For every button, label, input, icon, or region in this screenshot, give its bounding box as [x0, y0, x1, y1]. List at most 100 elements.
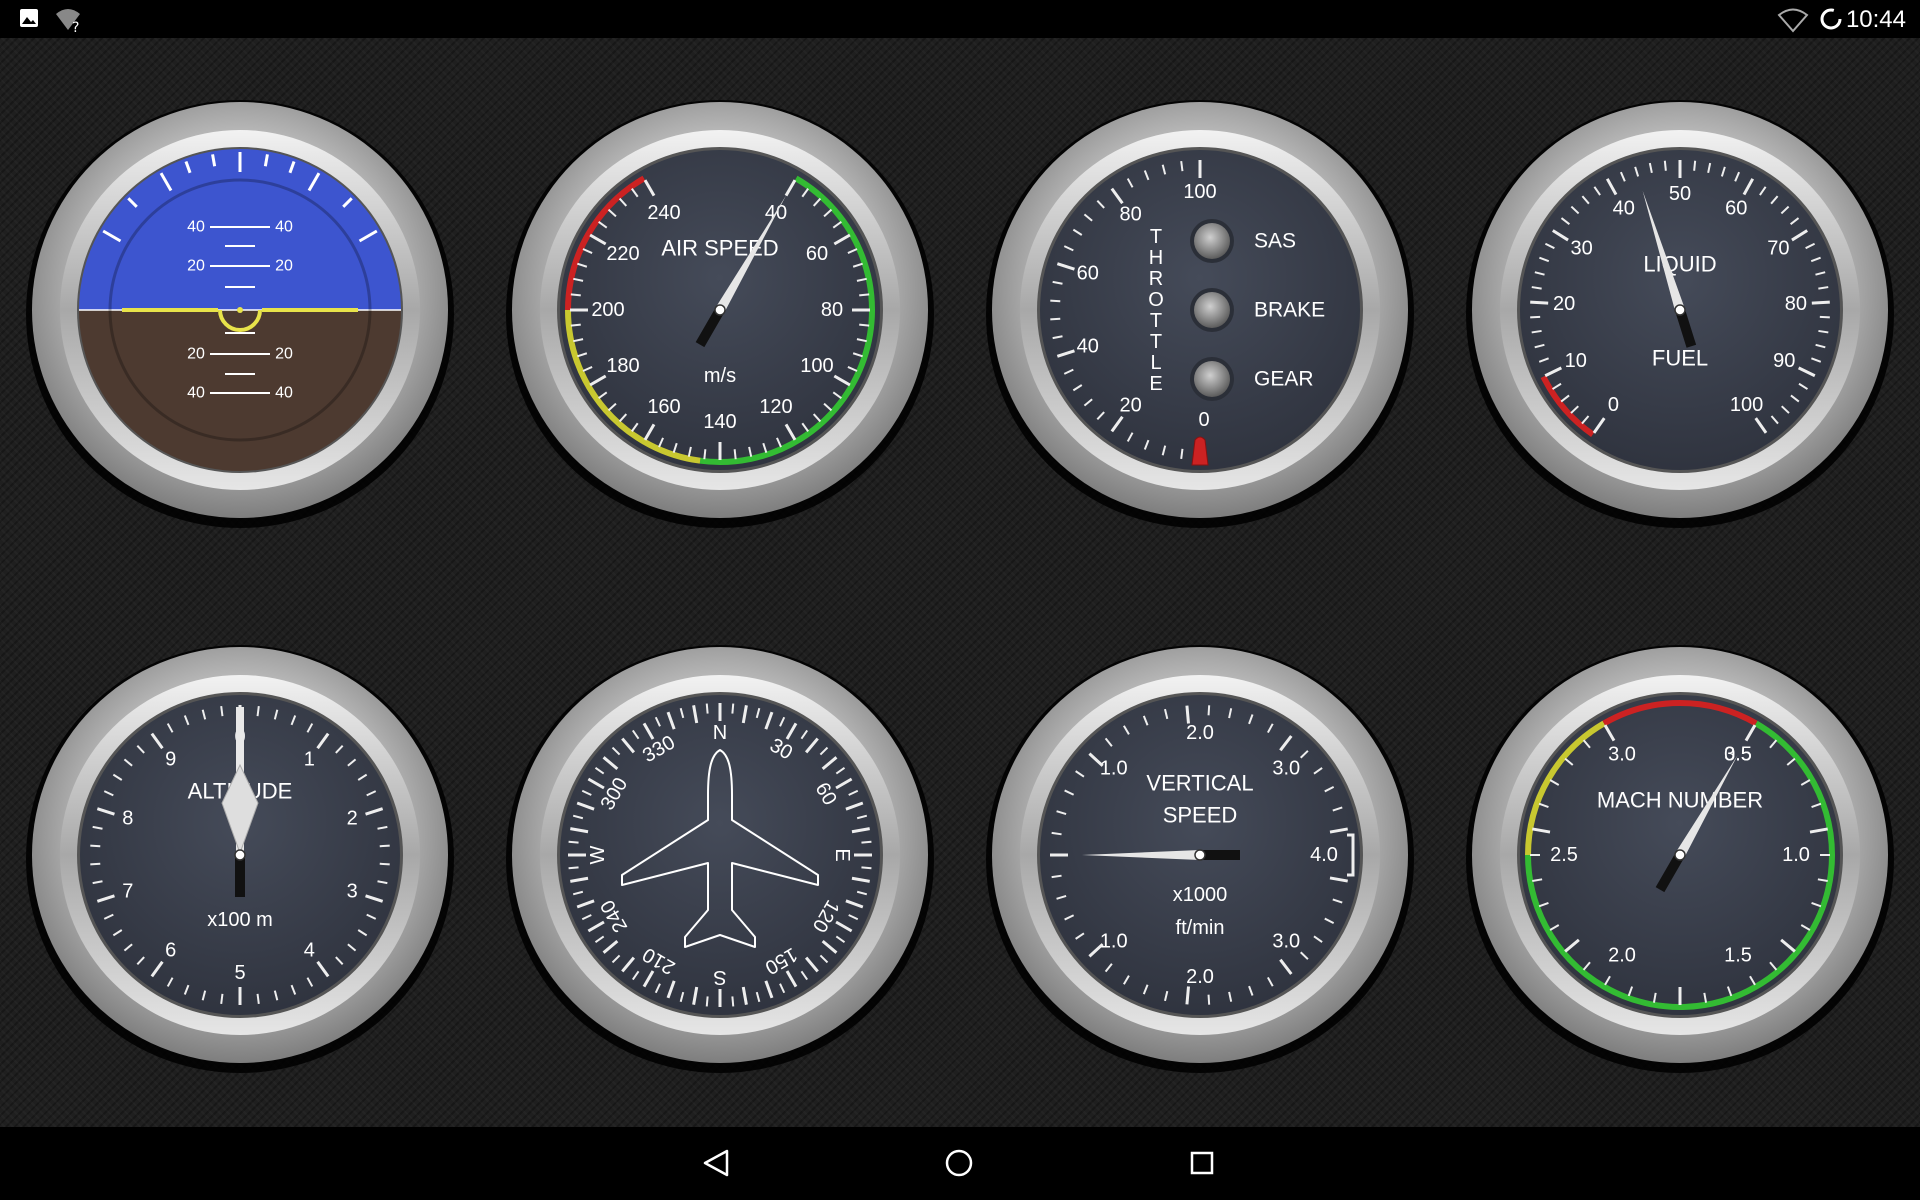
airspeed-gauge: 406080100120140160180200220240AIR SPEEDm…: [506, 100, 934, 528]
fuel-scale-label: 40: [1613, 198, 1635, 220]
minor-tick: [90, 862, 101, 866]
altitude-scale-label: 9: [165, 749, 176, 771]
airspeed-scale-label: 120: [759, 396, 792, 418]
minor-tick: [861, 840, 872, 844]
throttle-title-letter: H: [1149, 247, 1163, 269]
vspeed-unit-top: x1000: [1173, 884, 1228, 906]
pitch-label-right: 40: [275, 385, 293, 402]
throttle-scale-label: 80: [1120, 204, 1142, 226]
minor-tick: [570, 323, 581, 327]
fuel-scale-label: 0: [1608, 394, 1619, 416]
compass-label: W: [587, 845, 609, 864]
airspeed-scale-label: 240: [647, 202, 680, 224]
home-button[interactable]: [919, 1133, 999, 1193]
minor-tick: [220, 706, 224, 717]
minor-tick: [731, 996, 735, 1007]
fuel-scale-label: 10: [1565, 350, 1587, 372]
throttle-scale-label: 40: [1077, 335, 1099, 357]
vspeed-title-bottom: SPEED: [1163, 803, 1238, 828]
minor-tick: [379, 844, 390, 848]
minor-tick: [705, 703, 709, 714]
vspeed-title-top: VERTICAL: [1146, 771, 1253, 796]
mach-scale-label: 3.5: [1724, 744, 1752, 766]
throttle-scale-label: 0: [1198, 409, 1209, 431]
minor-tick: [379, 862, 390, 866]
compass-label: N: [713, 722, 727, 744]
recents-button[interactable]: [1162, 1133, 1242, 1193]
throttle-scale-label: 60: [1077, 263, 1099, 285]
vspeed-scale-label-down: 3.0: [1272, 930, 1300, 952]
airspeed-scale-label: 180: [606, 355, 639, 377]
throttle-pointer[interactable]: [1191, 436, 1209, 466]
throttle-scale-label: 100: [1183, 181, 1216, 203]
fuel-scale-label: 90: [1773, 350, 1795, 372]
altitude-scale-label: 8: [122, 808, 133, 830]
minor-tick: [1207, 994, 1211, 1005]
vspeed-scale-label-up: 3.0: [1272, 758, 1300, 780]
minor-tick: [1180, 161, 1184, 172]
altitude-scale-label: 5: [234, 962, 245, 984]
toggle-button-knob: [1194, 292, 1230, 328]
minor-tick: [731, 703, 735, 714]
altitude-gauge: 0123456789ALTITUDEx100 m: [26, 645, 454, 1073]
minor-tick: [570, 293, 581, 297]
fuel-scale-label: 100: [1730, 394, 1763, 416]
heading-compass-gauge: N3060E120150S210240W300330: [506, 645, 934, 1073]
fuel-scale-label: 50: [1669, 183, 1691, 205]
vspeed-scale-label-down: 2.0: [1186, 966, 1214, 988]
throttle-title-letter: T: [1150, 331, 1162, 353]
needle-hub: [714, 304, 726, 316]
throttle-title-letter: L: [1150, 352, 1161, 374]
needle-hub: [1674, 849, 1686, 861]
minor-tick: [1050, 299, 1061, 303]
fuel-title-top: LIQUID: [1643, 252, 1716, 277]
pitch-label-left: 40: [187, 219, 205, 236]
mach-scale-label: 2.5: [1550, 844, 1578, 866]
fuel-scale-label: 20: [1553, 293, 1575, 315]
navigation-bar: [0, 1127, 1920, 1200]
airspeed-scale-label: 160: [647, 396, 680, 418]
mach-scale-label: 1.0: [1782, 844, 1810, 866]
altitude-scale-label: 3: [347, 880, 358, 902]
throttle-scale-label: 20: [1120, 394, 1142, 416]
vspeed-unit-bottom: ft/min: [1176, 917, 1225, 939]
needle-hub: [1674, 304, 1686, 316]
altitude-scale-label: 7: [122, 880, 133, 902]
throttle-title-letter: E: [1149, 373, 1162, 395]
minor-tick: [568, 866, 579, 870]
fuel-title-bottom: FUEL: [1652, 346, 1708, 371]
airspeed-scale-label: 200: [591, 299, 624, 321]
pitch-label-left: 20: [187, 258, 205, 275]
mach-scale-label: 1.5: [1724, 944, 1752, 966]
minor-tick: [1180, 448, 1184, 459]
throttle-title-letter: R: [1149, 268, 1163, 290]
back-button[interactable]: [676, 1133, 756, 1193]
pitch-label-left: 20: [187, 346, 205, 363]
pitch-label-right: 20: [275, 258, 293, 275]
mach-title: MACH NUMBER: [1597, 788, 1763, 813]
major-tick: [1811, 300, 1830, 305]
altitude-scale-label: 6: [165, 939, 176, 961]
altitude-unit: x100 m: [207, 909, 273, 931]
pitch-label-left: 40: [187, 385, 205, 402]
minor-tick: [256, 993, 260, 1004]
minor-tick: [1207, 705, 1211, 716]
airspeed-scale-label: 60: [806, 243, 828, 265]
attitude-indicator-gauge: 40 40 20 20 20 20 40 40: [26, 100, 454, 528]
minor-tick: [859, 293, 870, 297]
vspeed-scale-label-down: 1.0: [1100, 930, 1128, 952]
major-tick: [1185, 986, 1190, 1005]
vertical-speed-gauge: 1.0 2.0 3.0 1.0 2.0 3.0 4.0 VERTICAL SPEED x1000 f…: [986, 645, 1414, 1073]
throttle-title-letter: T: [1150, 226, 1162, 248]
minor-tick: [733, 449, 737, 460]
throttle-gauge[interactable]: 020406080100THROTTLESASBRAKEGEAR: [986, 100, 1414, 528]
liquid-fuel-gauge: 0 10 20 30 40 50 60 70 80 90 100 LIQUID FUEL: [1466, 100, 1894, 528]
bank-tick: [263, 154, 269, 167]
compass-label: S: [713, 966, 726, 988]
needle-hub: [1194, 849, 1206, 861]
bank-tick: [211, 154, 217, 167]
toggle-button-label: GEAR: [1254, 368, 1314, 391]
airspeed-unit: m/s: [704, 365, 736, 387]
major-tick: [1185, 705, 1190, 724]
vspeed-scale-label-max: 4.0: [1310, 844, 1338, 866]
